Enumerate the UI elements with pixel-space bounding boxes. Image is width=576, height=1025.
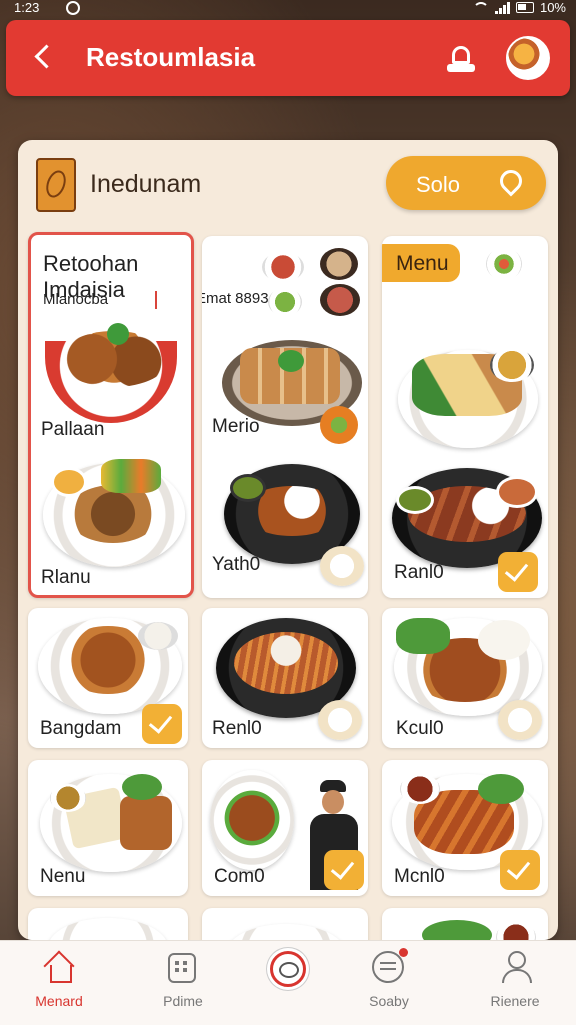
avatar[interactable] (506, 36, 550, 80)
check-icon[interactable] (142, 704, 182, 744)
check-icon[interactable] (500, 850, 540, 890)
featured-subtitle-left: Mlanocba (43, 291, 109, 308)
grid-icon (168, 953, 196, 983)
card-label: Nenu (40, 866, 86, 887)
nav-item-pdime[interactable]: Pdime (128, 941, 238, 1025)
solo-button-label: Solo (416, 172, 461, 197)
status-time: 1:23 (14, 0, 40, 15)
dumpling-image (498, 700, 542, 740)
menu-card[interactable] (202, 908, 368, 940)
nav-item-rienere[interactable]: Rienere (460, 941, 570, 1025)
side-dish-image (320, 284, 360, 316)
solo-button[interactable]: Solo (386, 156, 546, 210)
dish-image (226, 924, 346, 940)
dumpling-image (320, 546, 364, 586)
signal-icon (494, 1, 510, 14)
chat-icon (270, 951, 306, 987)
user-icon (502, 951, 532, 985)
dish-image (48, 918, 168, 940)
menu-badge: Menu (382, 244, 460, 282)
nav-item-soaby[interactable]: Soaby (334, 941, 444, 1025)
notification-bell-icon[interactable] (444, 44, 478, 76)
menu-card[interactable]: Emat 8893 Merio Yath0 (202, 236, 368, 598)
nav-item-label: Pdime (163, 993, 203, 1009)
restaurant-logo-icon (36, 158, 76, 212)
card-label: Kcul0 (396, 718, 444, 739)
divider (155, 291, 157, 309)
menu-card[interactable]: Menu Ranl0 (382, 236, 548, 598)
side-dish-image (262, 252, 304, 282)
page-title: Restoumlasia (86, 42, 256, 72)
card-label: Rlanu (41, 567, 91, 588)
nav-item-label: Soaby (369, 993, 409, 1009)
app-header: Restoumlasia (6, 20, 570, 96)
check-icon[interactable] (324, 850, 364, 890)
menu-card[interactable]: Kcul0 (382, 608, 548, 748)
card-label: Renl0 (212, 718, 262, 739)
notification-icon (66, 1, 80, 15)
check-icon[interactable] (498, 552, 538, 592)
featured-card[interactable]: Retoohan Imdaisia Mlanocba Pallaan Rlanu (28, 232, 194, 598)
restaurant-name: Inedunam (90, 170, 202, 198)
menu-card[interactable]: Nenu (28, 760, 188, 896)
home-icon (46, 953, 72, 983)
featured-subtitle-right: Emat 8893 (202, 290, 269, 307)
card-label: Com0 (214, 866, 265, 887)
menu-card[interactable] (28, 908, 188, 940)
menu-card[interactable]: Mcnl0 (382, 760, 548, 896)
menu-card[interactable] (382, 908, 548, 940)
card-label: Ranl0 (394, 562, 444, 583)
side-dish-image (320, 248, 358, 280)
nav-item-label: Rienere (490, 993, 540, 1009)
nav-item-chat[interactable] (234, 941, 344, 1025)
side-dish-image (486, 248, 522, 280)
nav-item-label: Menard (35, 993, 83, 1009)
message-icon (372, 948, 408, 983)
card-label: Bangdam (40, 718, 122, 739)
wifi-icon (472, 1, 489, 14)
card-label: Yath0 (212, 554, 261, 575)
location-pin-icon (495, 165, 527, 197)
back-button[interactable] (30, 42, 60, 72)
side-dish-image (268, 288, 302, 316)
battery-icon (515, 2, 534, 13)
menu-card[interactable]: Renl0 (202, 608, 368, 748)
card-label: Mcnl0 (394, 866, 445, 887)
menu-card[interactable]: Bangdam (28, 608, 188, 748)
dumpling-image (318, 700, 362, 740)
menu-panel: Inedunam Solo Retoohan Imdaisia Mlanocba… (18, 140, 558, 940)
nav-item-menard[interactable]: Menard (4, 941, 114, 1025)
card-label: Pallaan (41, 419, 105, 440)
battery-level: 10% (539, 0, 566, 15)
menu-card[interactable]: Com0 (202, 760, 368, 896)
bottom-nav: Menard Pdime Soaby Rienere (0, 940, 576, 1025)
status-bar: 1:23 10% (0, 0, 576, 18)
card-label: Merio (212, 416, 260, 437)
